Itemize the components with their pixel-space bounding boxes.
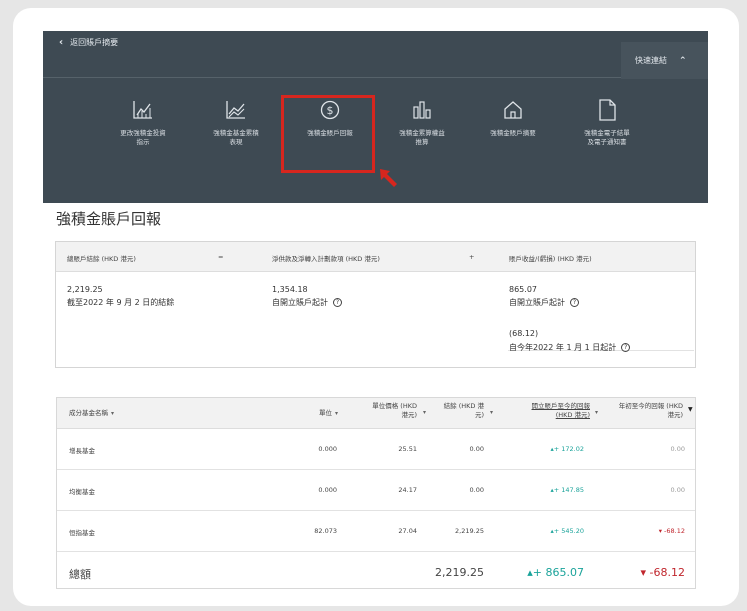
header-unit-price[interactable]: 單位價格 (HKD 港元) bbox=[353, 402, 417, 420]
fund-name: 增長基金 bbox=[69, 447, 95, 455]
table-row: 增長基金 0.000 25.51 0.00 ▴+ 172.02 0.00 bbox=[57, 429, 695, 470]
sort-icon: ▾ bbox=[335, 410, 339, 417]
fund-name: 恒指基金 bbox=[69, 529, 95, 537]
fund-units: 0.000 bbox=[318, 486, 337, 494]
fund-return-ytd: ▾ -68.12 bbox=[603, 527, 685, 535]
home-icon bbox=[504, 101, 522, 119]
sort-icon: ▾ bbox=[111, 410, 115, 417]
table-row: 均衡基金 0.000 24.17 0.00 ▴+ 147.85 0.00 bbox=[57, 470, 695, 511]
sort-icon: ▾ bbox=[595, 409, 599, 416]
help-icon[interactable]: ? bbox=[333, 298, 342, 307]
header-units[interactable]: 單位 ▾ bbox=[319, 409, 338, 418]
total-return-ytd: ▾ -68.12 bbox=[593, 566, 686, 579]
return-open-value: + 545.20 bbox=[553, 527, 584, 535]
return-open-value: + 172.02 bbox=[553, 445, 584, 453]
fund-return-ytd: 0.00 bbox=[670, 445, 685, 453]
summary-header-contributions: 淨供款及淨轉入計劃款項 (HKD 港元) bbox=[272, 255, 380, 263]
total-balance-value: 2,219.25 bbox=[67, 285, 103, 294]
table-header: 成分基金名稱 ▾ 單位 ▾ 單位價格 (HKD 港元) ▾ 結餘 (HKD 港 元)… bbox=[57, 398, 695, 429]
chevron-up-icon: ⌃ bbox=[679, 55, 687, 66]
contribution-note-text: 自開立賬戶起計 bbox=[272, 298, 328, 307]
total-balance: 2,219.25 bbox=[435, 566, 484, 579]
fund-unit-price: 24.17 bbox=[398, 486, 417, 494]
summary-equals-sign: = bbox=[218, 253, 224, 261]
fund-units: 82.073 bbox=[314, 527, 337, 535]
trend-chart-icon bbox=[226, 101, 245, 119]
loss-down-icon: ▾ bbox=[640, 566, 650, 579]
chevron-left-icon: ‹ bbox=[59, 37, 64, 48]
nav-item-benefits-projection[interactable]: 強積金累算權益 推算 bbox=[377, 99, 467, 147]
quick-links-button[interactable]: 快速連結 ⌃ bbox=[621, 42, 708, 79]
fund-balance: 2,219.25 bbox=[455, 527, 484, 535]
nav-item-label: 強積金基金累積 表現 bbox=[213, 129, 259, 146]
balance-date-note: 截至2022 年 9 月 2 日的結餘 bbox=[67, 298, 175, 307]
gain-since-open-note: 自開立賬戶起計? bbox=[509, 297, 579, 308]
fund-return-ytd: 0.00 bbox=[670, 486, 685, 494]
table-total-row: 總額 2,219.25 ▴+ 865.07 ▾ -68.12 bbox=[57, 552, 695, 593]
return-ytd-value: -68.12 bbox=[664, 527, 685, 535]
nav-item-label: 強積金賬戶摘要 bbox=[490, 129, 536, 137]
nav-item-label: 更改強積金投資 指示 bbox=[120, 129, 166, 146]
gain-ytd-value: (68.12) bbox=[509, 329, 539, 338]
back-link-label: 返回賬戶摘要 bbox=[70, 38, 119, 47]
header-balance[interactable]: 結餘 (HKD 港 元) bbox=[428, 402, 484, 420]
contribution-note: 自開立賬戶起計? bbox=[272, 297, 342, 308]
nav-item-fund-performance[interactable]: 強積金基金累積 表現 bbox=[191, 99, 281, 147]
header-return-ytd[interactable]: 年初至今的回報 (HKD 港元) bbox=[603, 402, 683, 420]
nav-item-label: 強積金電子結單 及電子通知書 bbox=[584, 129, 630, 146]
nav-item-e-statement[interactable]: 強積金電子結單 及電子通知書 bbox=[562, 99, 652, 147]
summary-plus-sign: + bbox=[469, 253, 475, 261]
fund-balance: 0.00 bbox=[469, 445, 484, 453]
total-return-open-value: + 865.07 bbox=[532, 566, 584, 579]
summary-header: 總賬戶結餘 (HKD 港元) = 淨供款及淨轉入計劃款項 (HKD 港元) + … bbox=[56, 242, 695, 272]
table-row: 恒指基金 82.073 27.04 2,219.25 ▴+ 545.20 ▾ -… bbox=[57, 511, 695, 552]
document-icon bbox=[599, 99, 616, 121]
fund-table: 成分基金名稱 ▾ 單位 ▾ 單位價格 (HKD 港元) ▾ 結餘 (HKD 港 元)… bbox=[56, 397, 696, 589]
fund-name: 均衡基金 bbox=[69, 488, 95, 496]
gain-ytd-note-text: 自今年2022 年 1 月 1 日起計 bbox=[509, 343, 617, 352]
chart-line-icon bbox=[133, 101, 152, 119]
header-fund-name[interactable]: 成分基金名稱 ▾ bbox=[69, 409, 114, 418]
nav-item-label: 強積金累算權益 推算 bbox=[399, 129, 445, 146]
gain-since-open-note-text: 自開立賬戶起計 bbox=[509, 298, 565, 307]
fund-unit-price: 25.51 bbox=[398, 445, 417, 453]
pointer-arrow-icon bbox=[380, 169, 397, 187]
header-fund-name-label: 成分基金名稱 bbox=[69, 409, 108, 417]
total-label: 總額 bbox=[69, 568, 91, 581]
summary-header-balance: 總賬戶結餘 (HKD 港元) bbox=[67, 255, 136, 263]
nav-item-account-summary[interactable]: 強積金賬戶摘要 bbox=[468, 99, 558, 138]
header-units-label: 單位 bbox=[319, 409, 332, 417]
fund-units: 0.000 bbox=[318, 445, 337, 453]
top-navigation: ‹ 返回賬戶摘要 快速連結 ⌃ 更改強積金投資 指示 強積金基金累積 表現 $ … bbox=[43, 31, 708, 203]
sort-icon: ▾ bbox=[423, 409, 427, 416]
nav-item-change-investment[interactable]: 更改強積金投資 指示 bbox=[98, 99, 188, 147]
fund-return-since-open: ▴+ 545.20 bbox=[504, 527, 584, 535]
quick-links-label: 快速連結 bbox=[635, 56, 667, 65]
account-summary-box: 總賬戶結餘 (HKD 港元) = 淨供款及淨轉入計劃款項 (HKD 港元) + … bbox=[55, 241, 696, 368]
return-open-value: + 147.85 bbox=[553, 486, 584, 494]
bar-chart-icon bbox=[413, 101, 431, 119]
sort-icon: ▾ bbox=[490, 409, 494, 416]
total-return-ytd-value: -68.12 bbox=[649, 566, 685, 579]
total-return-since-open: ▴+ 865.07 bbox=[494, 566, 584, 579]
nav-divider bbox=[43, 77, 621, 78]
gain-since-open-value: 865.07 bbox=[509, 285, 537, 294]
back-to-summary-link[interactable]: ‹ 返回賬戶摘要 bbox=[59, 37, 118, 48]
fund-unit-price: 27.04 bbox=[398, 527, 417, 535]
header-return-since-open[interactable]: 開立賬戶至今的回報 (HKD 港元) bbox=[495, 402, 591, 420]
fund-balance: 0.00 bbox=[469, 486, 484, 494]
gain-ytd-note: 自今年2022 年 1 月 1 日起計? bbox=[509, 342, 631, 353]
page-title: 強積金賬戶回報 bbox=[56, 210, 162, 228]
help-icon[interactable]: ? bbox=[570, 298, 579, 307]
fund-return-since-open: ▴+ 172.02 bbox=[504, 445, 584, 453]
highlight-box bbox=[281, 95, 375, 173]
help-icon[interactable]: ? bbox=[621, 343, 631, 352]
sort-icon: ▼ bbox=[688, 406, 693, 413]
fund-return-since-open: ▴+ 147.85 bbox=[504, 486, 584, 494]
net-contribution-value: 1,354.18 bbox=[272, 285, 308, 294]
summary-header-gain: 賬戶收益/(虧損) (HKD 港元) bbox=[509, 255, 592, 263]
